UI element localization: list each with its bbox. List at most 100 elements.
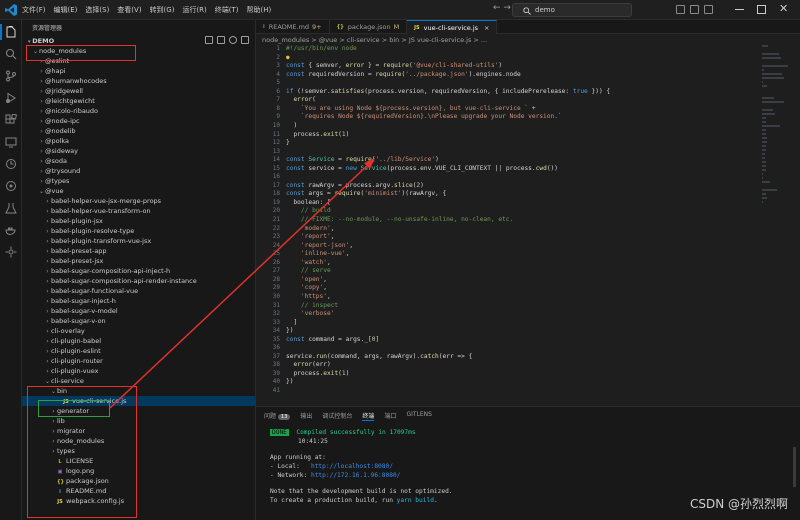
menu-item-2[interactable]: 选择(S)	[85, 5, 109, 15]
tree-folder[interactable]: › babel-helper-vue-transform-on	[22, 206, 256, 216]
tree-folder[interactable]: › cli-plugin-vuex	[22, 366, 256, 376]
tree-folder[interactable]: › babel-sugar-v-model	[22, 306, 256, 316]
tree-item-label: @node-ipc	[45, 117, 80, 125]
tree-folder[interactable]: › @sideway	[22, 146, 256, 156]
minimize-button[interactable]	[735, 9, 744, 10]
menu-item-0[interactable]: 文件(F)	[22, 5, 46, 15]
tree-folder[interactable]: › babel-sugar-composition-api-render-inst…	[22, 276, 256, 286]
refresh-icon[interactable]	[229, 36, 237, 44]
tree-folder[interactable]: › babel-sugar-v-on	[22, 316, 256, 326]
tree-item-label: babel-sugar-v-on	[51, 317, 106, 325]
minimap-line	[762, 45, 768, 47]
tree-folder[interactable]: › @humanwhocodes	[22, 76, 256, 86]
line-number: 33	[272, 318, 280, 326]
minimap-line	[762, 145, 766, 147]
line-number: 20	[272, 207, 280, 215]
search-icon	[523, 7, 531, 15]
remote-explorer-icon[interactable]	[5, 136, 17, 148]
tree-folder[interactable]: ⌄@vue	[22, 186, 256, 196]
tree-folder[interactable]: › @polka	[22, 136, 256, 146]
line-number: 1	[276, 45, 280, 52]
sidebar-toggle-icon[interactable]	[704, 5, 713, 14]
editor-tab[interactable]: {} package.json M	[330, 20, 408, 34]
tree-folder[interactable]: › cli-plugin-babel	[22, 336, 256, 346]
explorer-icon[interactable]	[5, 26, 17, 38]
code-line: const requiredVersion = require('../pack…	[286, 70, 521, 78]
minimap-line	[762, 97, 774, 99]
editor-tab[interactable]: JS vue-cli-service.js ×	[407, 20, 498, 34]
menu-item-4[interactable]: 转到(G)	[150, 5, 175, 15]
tree-folder[interactable]: › @nodelib	[22, 126, 256, 136]
panel-tab[interactable]: GITLENS	[406, 411, 432, 421]
close-button[interactable]: ✕	[779, 2, 788, 15]
tree-folder[interactable]: › @types	[22, 176, 256, 186]
tree-folder[interactable]: › babel-sugar-composition-api-inject-h	[22, 266, 256, 276]
nav-arrows[interactable]: ← →	[493, 3, 511, 13]
search-text: demo	[535, 6, 555, 14]
menu-item-7[interactable]: 帮助(H)	[247, 5, 272, 15]
tree-folder[interactable]: › cli-overlay	[22, 326, 256, 336]
layout-toggle-icon[interactable]	[676, 5, 685, 14]
code-line: 'verbose'	[300, 310, 335, 318]
tree-folder[interactable]: › babel-plugin-jsx	[22, 216, 256, 226]
code-line: const { semver, error } = require('@vue/…	[286, 62, 503, 70]
project-manager-icon[interactable]	[5, 246, 17, 258]
code-line: `requires Node ${requiredVersion}.\nPlea…	[300, 113, 562, 121]
tree-item-label: @humanwhocodes	[45, 77, 107, 85]
tree-folder[interactable]: › @node-ipc	[22, 116, 256, 126]
maximize-button[interactable]	[757, 5, 766, 14]
tree-folder[interactable]: › @trysound	[22, 166, 256, 176]
panel-tab[interactable]: 输出	[300, 411, 312, 421]
editor-tab[interactable]: i README.md 9+	[256, 20, 330, 34]
tree-folder[interactable]: › cli-plugin-eslint	[22, 346, 256, 356]
tree-folder[interactable]: › @hapi	[22, 66, 256, 76]
menu-item-1[interactable]: 编辑(E)	[54, 5, 78, 15]
search-icon[interactable]	[5, 48, 17, 60]
tree-folder[interactable]: ⌄cli-service	[22, 376, 256, 386]
tree-folder[interactable]: › cli-plugin-router	[22, 356, 256, 366]
gitlens-icon[interactable]	[5, 180, 17, 192]
panel-tab[interactable]: 问题 13	[264, 411, 291, 421]
tree-folder[interactable]: › @jridgewell	[22, 86, 256, 96]
project-header[interactable]: ▾ DEMO	[28, 37, 54, 45]
tree-folder[interactable]: › babel-plugin-resolve-type	[22, 226, 256, 236]
minimap[interactable]	[762, 45, 790, 385]
tree-folder[interactable]: › babel-preset-app	[22, 246, 256, 256]
collapse-all-icon[interactable]	[241, 36, 249, 44]
source-control-icon[interactable]	[5, 70, 17, 82]
testing-icon[interactable]	[5, 202, 17, 214]
timeline-icon[interactable]	[5, 158, 17, 170]
tree-folder[interactable]: › babel-preset-jsx	[22, 256, 256, 266]
line-number: 41	[272, 387, 280, 394]
code-line: boolean: [	[286, 198, 331, 206]
command-center-search[interactable]: demo	[512, 3, 632, 17]
close-icon[interactable]: ×	[484, 24, 489, 32]
new-file-icon[interactable]	[205, 36, 213, 44]
docker-icon[interactable]	[5, 224, 17, 236]
tree-folder[interactable]: › @nicolo-ribaudo	[22, 106, 256, 116]
panel-toggle-icon[interactable]	[690, 5, 699, 14]
panel-tab[interactable]: 端口	[384, 411, 396, 421]
tree-folder[interactable]: › @soda	[22, 156, 256, 166]
breadcrumb[interactable]: node_modules > @vue > cli-service > bin …	[262, 36, 487, 44]
extensions-icon[interactable]	[5, 114, 17, 126]
run-debug-icon[interactable]	[5, 92, 17, 104]
panel-tab[interactable]: 调试控制台	[322, 411, 352, 421]
menu-item-5[interactable]: 运行(R)	[182, 5, 206, 15]
tree-folder[interactable]: › babel-sugar-functional-vue	[22, 286, 256, 296]
tree-folder[interactable]: › babel-helper-vue-jsx-merge-props	[22, 196, 256, 206]
local-url-link[interactable]: http://localhost:8080/	[311, 463, 393, 470]
lightbulb-icon[interactable]: ●	[286, 54, 290, 61]
tree-folder[interactable]: › babel-sugar-inject-h	[22, 296, 256, 306]
new-folder-icon[interactable]	[217, 36, 225, 44]
line-number: 16	[272, 173, 280, 181]
minimap-line	[762, 85, 767, 87]
menu-item-3[interactable]: 查看(V)	[117, 5, 141, 15]
menu-item-6[interactable]: 终端(T)	[215, 5, 239, 15]
tree-folder[interactable]: › babel-plugin-transform-vue-jsx	[22, 236, 256, 246]
network-url-link[interactable]: http://172.16.1.96:8080/	[311, 472, 400, 479]
line-number: 39	[272, 369, 280, 377]
code-editor[interactable]: ● 1 #!/usr/bin/env node 2 3 const { semver, …	[256, 45, 800, 405]
panel-tab[interactable]: 终端	[362, 411, 375, 421]
tree-folder[interactable]: › @leichtgewicht	[22, 96, 256, 106]
